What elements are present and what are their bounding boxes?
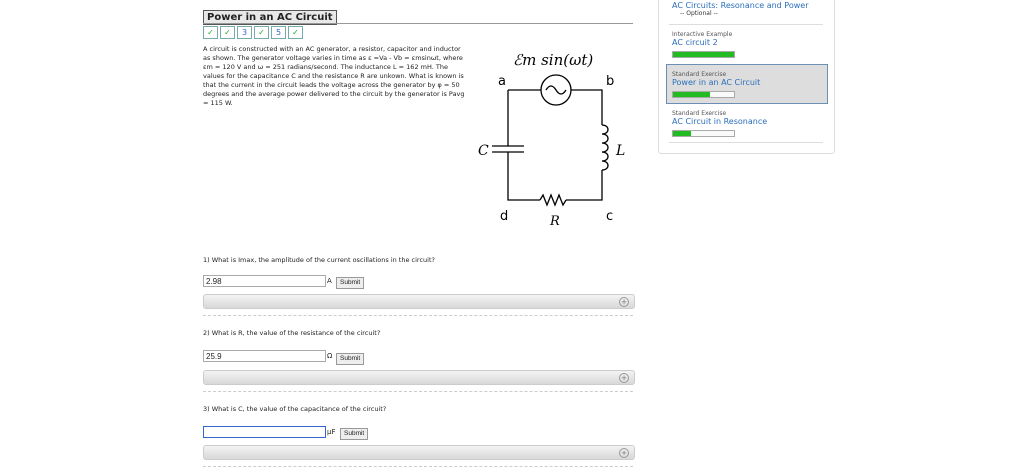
sidebar-link[interactable]: AC circuit 2 bbox=[672, 38, 735, 47]
item-type: Interactive Example bbox=[672, 31, 733, 38]
node-b: b bbox=[606, 74, 614, 89]
divider bbox=[669, 142, 823, 143]
part-tab-2[interactable]: ✓ bbox=[220, 26, 235, 39]
inductor-label: L bbox=[615, 143, 625, 159]
hint-bar-3[interactable]: + bbox=[203, 445, 635, 460]
sidebar-link[interactable]: Power in an AC Circuit bbox=[672, 78, 760, 87]
part-tab-3[interactable]: 3 bbox=[237, 26, 252, 39]
unit-1: A bbox=[327, 277, 332, 285]
part-tab-5[interactable]: 5 bbox=[271, 26, 286, 39]
unit-2: Ω bbox=[327, 352, 333, 360]
node-c: c bbox=[606, 209, 613, 224]
sidebar-item-2[interactable]: Standard Exercise Power in an AC Circuit bbox=[672, 71, 760, 98]
optional-label: -- Optional -- bbox=[680, 10, 718, 17]
node-d: d bbox=[500, 209, 508, 224]
question-3: 3) What is C, the value of the capacitan… bbox=[203, 405, 387, 413]
sidebar-item-1[interactable]: Interactive Example AC circuit 2 bbox=[672, 31, 735, 58]
unit-3: μF bbox=[327, 428, 336, 436]
item-type: Standard Exercise bbox=[672, 71, 727, 78]
answer-input-1[interactable]: 2.98 bbox=[203, 275, 326, 287]
progress-bar bbox=[672, 91, 735, 98]
divider bbox=[203, 391, 633, 392]
expand-icon[interactable]: + bbox=[619, 448, 629, 458]
part-tab-6[interactable]: ✓ bbox=[288, 26, 303, 39]
part-tab-4[interactable]: ✓ bbox=[254, 26, 269, 39]
sidebar-link[interactable]: AC Circuits: Resonance and Power bbox=[672, 1, 809, 10]
part-tab-1[interactable]: ✓ bbox=[203, 26, 218, 39]
divider bbox=[669, 24, 823, 25]
divider bbox=[203, 466, 633, 467]
submit-button-1[interactable]: Submit bbox=[336, 277, 365, 289]
hint-bar-1[interactable]: + bbox=[203, 294, 635, 309]
sidebar-item-3[interactable]: Standard Exercise AC Circuit in Resonanc… bbox=[672, 110, 767, 137]
item-type: Standard Exercise bbox=[672, 110, 727, 117]
question-2: 2) What is R, the value of the resistanc… bbox=[203, 329, 381, 337]
progress-bar bbox=[672, 130, 735, 137]
submit-button-2[interactable]: Submit bbox=[336, 353, 365, 365]
sidebar-worked-example[interactable]: AC Circuits: Resonance and Power -- Opti… bbox=[672, 1, 809, 17]
divider bbox=[203, 23, 633, 24]
question-1: 1) What is Imax, the amplitude of the cu… bbox=[203, 256, 435, 264]
problem-text: A circuit is constructed with an AC gene… bbox=[203, 45, 465, 107]
node-a: a bbox=[498, 74, 506, 89]
submit-button-3[interactable]: Submit bbox=[340, 428, 369, 440]
expand-icon[interactable]: + bbox=[619, 373, 629, 383]
answer-input-2[interactable]: 25.9 bbox=[203, 350, 326, 362]
resistor-label: R bbox=[549, 214, 560, 228]
capacitor-label: C bbox=[478, 143, 489, 159]
source-label: ℰm sin(ωt) bbox=[513, 51, 593, 69]
circuit-diagram: ℰm sin(ωt) a b c d C L R bbox=[478, 51, 625, 228]
divider bbox=[203, 315, 633, 316]
part-tabs: ✓ ✓ 3 ✓ 5 ✓ bbox=[203, 26, 303, 39]
progress-bar bbox=[672, 51, 735, 58]
sidebar-link[interactable]: AC Circuit in Resonance bbox=[672, 117, 767, 126]
answer-input-3[interactable] bbox=[203, 426, 326, 438]
hint-bar-2[interactable]: + bbox=[203, 370, 635, 385]
expand-icon[interactable]: + bbox=[619, 297, 629, 307]
